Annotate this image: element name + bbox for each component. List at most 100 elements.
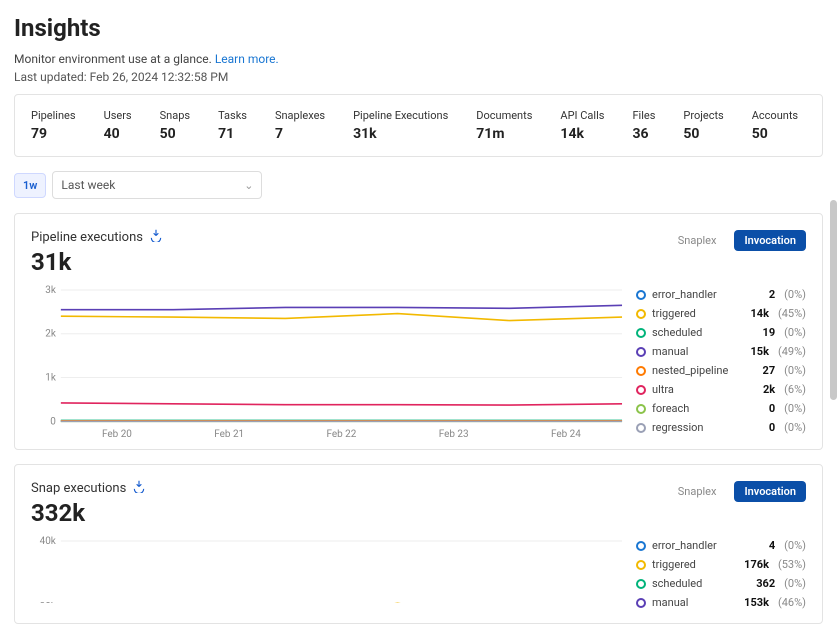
range-select[interactable]: Last week ⌄: [52, 171, 262, 199]
stat-value: 71m: [476, 126, 532, 142]
tab-snaplex[interactable]: Snaplex: [668, 230, 727, 251]
page-subtitle: Monitor environment use at a glance.: [14, 52, 212, 66]
stat-value: 50: [160, 126, 190, 142]
legend-item-triggered[interactable]: triggered176k(53%): [636, 558, 806, 571]
legend-pct: (6%): [784, 383, 806, 396]
tab-snaplex[interactable]: Snaplex: [668, 481, 727, 502]
stat-api-calls: API Calls14k: [560, 109, 604, 142]
legend-name: nested_pipeline: [652, 364, 739, 377]
legend-item-error_handler[interactable]: error_handler 2 (0%): [636, 288, 806, 301]
snap-legend: error_handler4(0%) triggered176k(53%) sche…: [636, 539, 806, 615]
stat-value: 7: [275, 126, 325, 142]
legend-item-error_handler[interactable]: error_handler4(0%): [636, 539, 806, 552]
legend-item-triggered[interactable]: triggered 14k (45%): [636, 307, 806, 320]
stat-value: 36: [632, 126, 655, 142]
svg-text:Feb 22: Feb 22: [326, 429, 356, 440]
legend-value: 15k: [739, 345, 769, 358]
legend-name: foreach: [652, 402, 739, 415]
stat-label: Snaps: [160, 109, 190, 122]
svg-text:30k: 30k: [40, 602, 57, 603]
legend-pct: (0%): [784, 326, 806, 339]
stat-label: Tasks: [218, 109, 247, 122]
legend-value: 2: [745, 288, 775, 301]
scrollbar[interactable]: [830, 0, 837, 591]
legend-value: 14k: [739, 307, 769, 320]
legend-value: 4: [745, 539, 775, 552]
legend-item-scheduled[interactable]: scheduled19(0%): [636, 326, 806, 339]
download-icon[interactable]: [132, 479, 146, 497]
legend-item-nested_pipeline[interactable]: nested_pipeline 27 (0%): [636, 364, 806, 377]
legend-swatch-icon: [636, 290, 646, 300]
stat-accounts: Accounts50: [752, 109, 798, 142]
legend-name: manual: [652, 345, 733, 358]
legend-swatch-icon: [636, 328, 646, 338]
chevron-down-icon: ⌄: [244, 179, 253, 192]
legend-swatch-icon: [636, 385, 646, 395]
learn-more-link[interactable]: Learn more.: [215, 52, 279, 66]
scrollbar-thumb[interactable]: [830, 200, 837, 400]
legend-item-regression[interactable]: regression0(0%): [636, 421, 806, 434]
stat-value: 14k: [560, 126, 604, 142]
last-updated: Last updated: Feb 26, 2024 12:32:58 PM: [14, 70, 823, 84]
legend-value: 2k: [745, 383, 775, 396]
legend-pct: (45%): [778, 307, 806, 320]
stat-files: Files36: [632, 109, 655, 142]
stat-value: 50: [683, 126, 723, 142]
legend-swatch-icon: [636, 560, 646, 570]
snap-chart: 20k30k40kFeb 20Feb 21Feb 22Feb 23Feb 24: [31, 533, 628, 603]
svg-text:Feb 24: Feb 24: [551, 429, 581, 440]
legend-swatch-icon: [636, 579, 646, 589]
legend-swatch-icon: [636, 423, 646, 433]
legend-pct: (0%): [784, 364, 806, 377]
stat-pipelines: Pipelines79: [31, 109, 76, 142]
svg-text:Feb 21: Feb 21: [214, 429, 244, 440]
legend-swatch-icon: [636, 404, 646, 414]
legend-swatch-icon: [636, 598, 646, 608]
svg-text:40k: 40k: [40, 536, 57, 547]
legend-item-foreach[interactable]: foreach0(0%): [636, 402, 806, 415]
stat-label: Snaplexes: [275, 109, 325, 122]
legend-value: 27: [745, 364, 775, 377]
stat-value: 40: [104, 126, 132, 142]
legend-value: 362: [745, 577, 775, 590]
legend-value: 0: [745, 402, 775, 415]
stat-snaplexes: Snaplexes 7: [275, 109, 325, 142]
card-big-snap: 332k: [31, 499, 146, 527]
legend-name: triggered: [652, 307, 733, 320]
svg-text:2k: 2k: [45, 329, 57, 340]
range-pill-1w[interactable]: 1w: [14, 173, 46, 198]
tab-invocation[interactable]: Invocation: [734, 230, 806, 251]
legend-name: scheduled: [652, 577, 739, 590]
legend-item-manual[interactable]: manual15k(49%): [636, 345, 806, 358]
legend-name: error_handler: [652, 288, 739, 301]
legend-name: triggered: [652, 558, 733, 571]
stat-label: Pipelines: [31, 109, 76, 122]
legend-item-manual[interactable]: manual153k(46%): [636, 596, 806, 609]
legend-item-scheduled[interactable]: scheduled 362 (0%): [636, 577, 806, 590]
legend-item-ultra[interactable]: ultra2k(6%): [636, 383, 806, 396]
range-select-label: Last week: [61, 178, 115, 192]
stats-bar: Pipelines79Users40Snaps50Tasks71Snaplexe…: [14, 94, 823, 157]
legend-pct: (0%): [784, 288, 806, 301]
card-title-pipeline: Pipeline executions: [31, 230, 143, 245]
tab-invocation[interactable]: Invocation: [734, 481, 806, 502]
card-big-pipeline: 31k: [31, 248, 163, 276]
stat-tasks: Tasks71: [218, 109, 247, 142]
stat-value: 50: [752, 126, 798, 142]
legend-name: regression: [652, 421, 739, 434]
pipeline-legend: error_handler 2 (0%) triggered 14k (45%) sched…: [636, 288, 806, 441]
stat-snaps: Snaps 50: [160, 109, 190, 142]
stat-label: Documents: [476, 109, 532, 122]
download-icon[interactable]: [149, 228, 163, 246]
card-title-snap: Snap executions: [31, 481, 126, 496]
stat-pipeline-executions: Pipeline Executions31k: [353, 109, 448, 142]
legend-value: 0: [745, 421, 775, 434]
legend-name: scheduled: [652, 326, 739, 339]
legend-swatch-icon: [636, 347, 646, 357]
stat-value: 31k: [353, 126, 448, 142]
legend-pct: (46%): [778, 596, 806, 609]
svg-text:Feb 20: Feb 20: [102, 429, 132, 440]
svg-text:1k: 1k: [45, 372, 57, 383]
stat-documents: Documents 71m: [476, 109, 532, 142]
legend-pct: (0%): [784, 577, 806, 590]
